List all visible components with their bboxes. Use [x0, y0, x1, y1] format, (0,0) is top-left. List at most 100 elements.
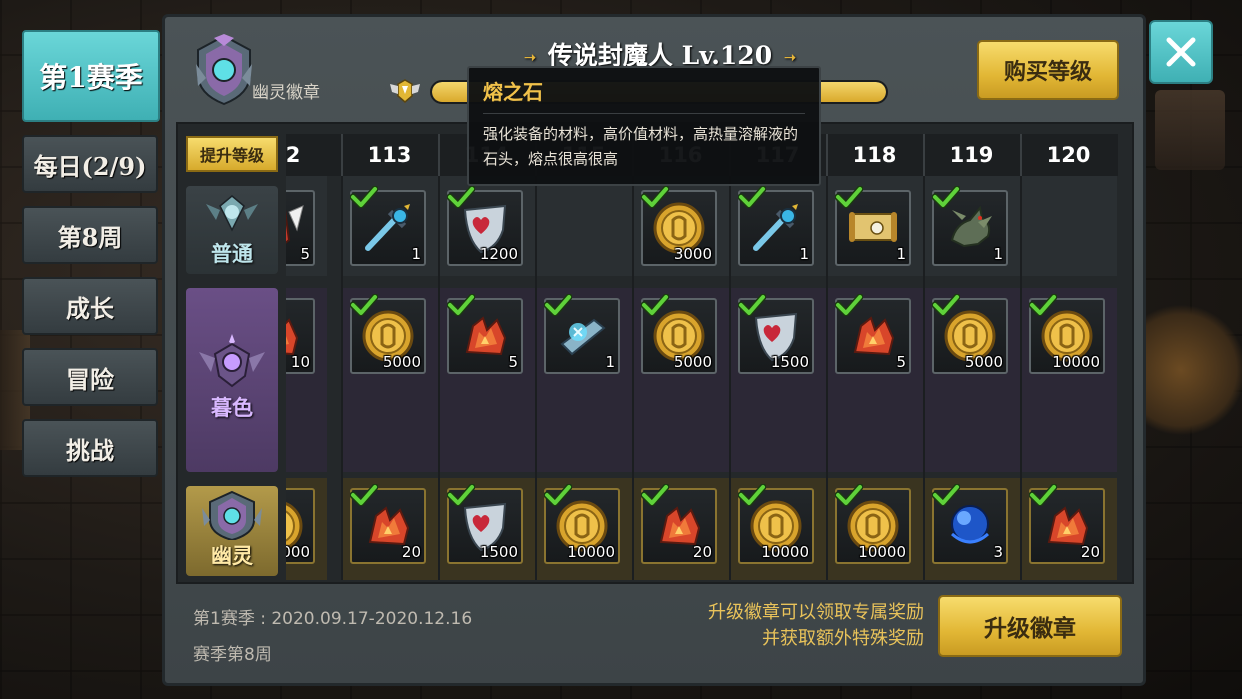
- tooltip-description: 强化装备的材料，高价值材料，高热量溶解液的石头，熔点很高很高: [483, 125, 799, 168]
- upgrade-hint-line: 并获取额外特殊奖励: [762, 628, 924, 649]
- claimed-check-icon: [349, 483, 379, 507]
- item-tooltip: 熔之石 强化装备的材料，高价值材料，高热量溶解液的石头，熔点很高很高: [467, 66, 821, 186]
- reward-item[interactable]: 20: [1028, 483, 1105, 564]
- reward-item[interactable]: 10000: [1028, 293, 1105, 374]
- reward-item[interactable]: 5000: [640, 293, 717, 374]
- claimed-check-icon: [737, 185, 767, 209]
- reward-item[interactable]: 1: [543, 293, 620, 374]
- reward-cells: 5 1 1200 3000 1 1 1 10 5000 5 1 5000 1500 5 5000 10000 1…: [286, 176, 1118, 580]
- upgrade-badge-button[interactable]: 升级徽章: [938, 595, 1122, 657]
- tier-label-text: 普通: [211, 241, 253, 266]
- reward-quantity: 3000: [673, 245, 712, 263]
- tier-label-dusk: 暮色: [186, 288, 278, 472]
- blue-orb-icon: [942, 498, 998, 554]
- reward-quantity: 5000: [964, 353, 1003, 371]
- normal-tier-icon: [206, 195, 258, 232]
- reward-item[interactable]: 1500: [737, 293, 814, 374]
- reward-item[interactable]: 20: [640, 483, 717, 564]
- reward-quantity: 10: [290, 353, 310, 371]
- level-cell: 112: [286, 134, 325, 176]
- reward-quantity: 3: [993, 543, 1003, 561]
- reward-quantity: 10000: [761, 543, 809, 561]
- molten-stone-icon: [845, 308, 901, 364]
- rank-wings-icon: [390, 79, 420, 103]
- reward-quantity: 1: [799, 245, 809, 263]
- reward-quantity: 10000: [286, 543, 310, 561]
- season-nav: 第1赛季 每日(2/9) 第8周 成长 冒险 挑战: [22, 30, 160, 490]
- reward-quantity: 1: [993, 245, 1003, 263]
- close-icon: [1166, 37, 1196, 67]
- claimed-check-icon: [446, 185, 476, 209]
- reward-quantity: 20: [1080, 543, 1100, 561]
- reward-item[interactable]: 5: [446, 293, 523, 374]
- reward-quantity: 10000: [858, 543, 906, 561]
- reward-item[interactable]: 1: [834, 185, 911, 266]
- claimed-check-icon: [543, 293, 573, 317]
- reward-item[interactable]: 5: [286, 190, 315, 266]
- reward-item[interactable]: 1200: [446, 185, 523, 266]
- reward-quantity: 1200: [479, 245, 518, 263]
- buy-level-button[interactable]: 购买等级: [977, 40, 1119, 100]
- scroll-map-icon: [845, 200, 901, 256]
- promote-level-button[interactable]: 提升等级: [186, 136, 278, 172]
- close-button[interactable]: [1149, 20, 1213, 84]
- reward-item[interactable]: 1: [931, 185, 1008, 266]
- claimed-check-icon: [1028, 293, 1058, 317]
- reward-quantity: 5000: [382, 353, 421, 371]
- reward-item[interactable]: 5000: [349, 293, 426, 374]
- reward-item[interactable]: 10000: [737, 483, 814, 564]
- reward-item[interactable]: 5000: [931, 293, 1008, 374]
- reward-item[interactable]: 5: [834, 293, 911, 374]
- claimed-check-icon: [640, 185, 670, 209]
- claimed-check-icon: [834, 185, 864, 209]
- reward-item[interactable]: 20: [349, 483, 426, 564]
- reward-quantity: 10000: [567, 543, 615, 561]
- reward-quantity: 5: [508, 353, 518, 371]
- claimed-check-icon: [834, 483, 864, 507]
- level-cell: 120: [1020, 134, 1115, 176]
- reward-item[interactable]: 3000: [640, 185, 717, 266]
- tier-band: [1022, 176, 1117, 276]
- left-arrow-icon: ➝: [524, 49, 536, 66]
- season-week: 赛季第8周: [193, 645, 272, 665]
- dusk-tier-icon: [199, 334, 265, 388]
- molten-stone-icon: [457, 308, 513, 364]
- reward-quantity: 1500: [479, 543, 518, 561]
- tier-band: [537, 176, 632, 276]
- claimed-check-icon: [446, 293, 476, 317]
- nav-item-growth[interactable]: 成长: [22, 277, 158, 335]
- reward-item[interactable]: 10000: [286, 488, 315, 564]
- nav-item-season[interactable]: 第1赛季: [22, 30, 160, 122]
- tier-label-ghost: 幽灵: [186, 486, 278, 576]
- sword-icon: [360, 200, 416, 256]
- claimed-check-icon: [737, 483, 767, 507]
- claimed-check-icon: [931, 185, 961, 209]
- reward-item[interactable]: 10000: [834, 483, 911, 564]
- reward-item[interactable]: 1: [737, 185, 814, 266]
- nav-item-adventure[interactable]: 冒险: [22, 348, 158, 406]
- claimed-check-icon: [640, 293, 670, 317]
- reward-quantity: 20: [692, 543, 712, 561]
- level-cell: 113: [341, 134, 436, 176]
- reward-item[interactable]: 10: [286, 298, 315, 374]
- level-cell: 119: [923, 134, 1018, 176]
- nav-item-challenge[interactable]: 挑战: [22, 419, 158, 477]
- season-date-range: 第1赛季 : 2020.09.17-2020.12.16: [193, 609, 473, 629]
- claimed-check-icon: [349, 293, 379, 317]
- reward-item[interactable]: 10000: [543, 483, 620, 564]
- background-shelf: [1155, 90, 1225, 170]
- claimed-check-icon: [640, 483, 670, 507]
- reward-item[interactable]: 1500: [446, 483, 523, 564]
- ghost-tier-icon: [202, 490, 262, 540]
- nav-item-week[interactable]: 第8周: [22, 206, 158, 264]
- nav-item-daily[interactable]: 每日(2/9): [22, 135, 158, 193]
- ghost-badge-icon: [196, 34, 252, 106]
- tier-label-text: 暮色: [211, 395, 253, 420]
- tier-label-normal: 普通: [186, 186, 278, 274]
- claimed-check-icon: [1028, 483, 1058, 507]
- claimed-check-icon: [737, 293, 767, 317]
- reward-quantity: 20: [401, 543, 421, 561]
- reward-item[interactable]: 1: [349, 185, 426, 266]
- blue-scroll-icon: [554, 308, 610, 364]
- reward-item[interactable]: 3: [931, 483, 1008, 564]
